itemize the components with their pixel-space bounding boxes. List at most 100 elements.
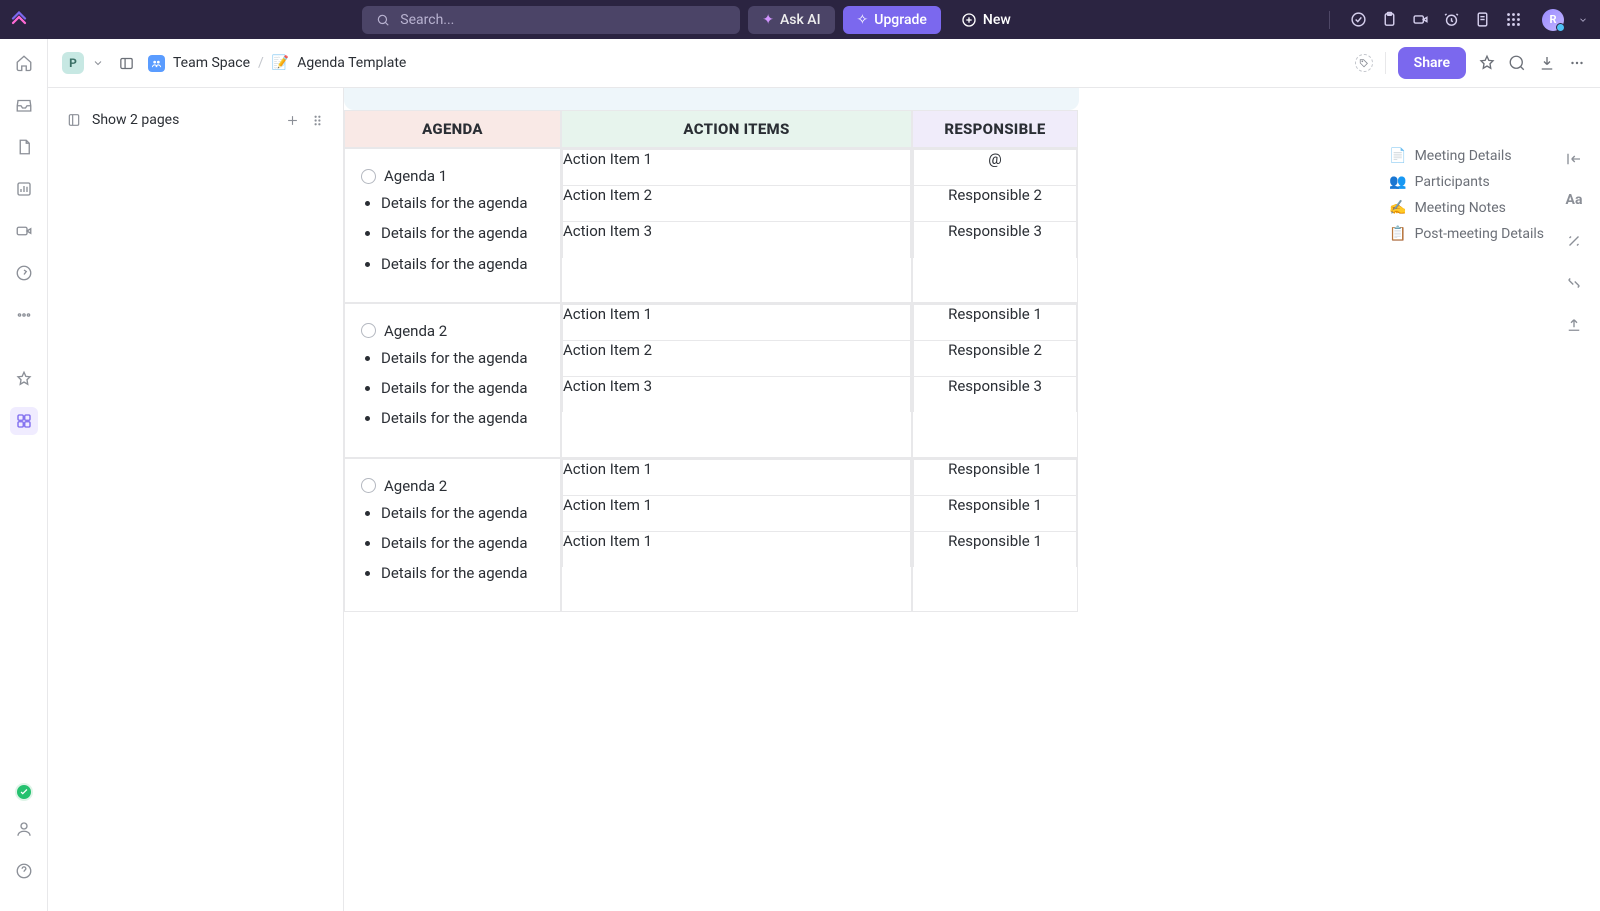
upgrade-button[interactable]: ✧ Upgrade: [843, 6, 941, 34]
breadcrumb-page[interactable]: Agenda Template: [297, 55, 406, 71]
responsible-cell[interactable]: Responsible 1: [914, 495, 1077, 531]
agenda-title[interactable]: Agenda 1: [361, 167, 546, 185]
topbar: Search... ✦ Ask AI ✧ Upgrade New R: [0, 0, 1600, 39]
action-item-cell[interactable]: Action Item 2: [563, 186, 911, 222]
favorites-icon[interactable]: [10, 365, 38, 393]
radio-icon[interactable]: [361, 169, 376, 184]
outline-item[interactable]: 👥Participants: [1389, 174, 1544, 190]
collapse-icon[interactable]: [1565, 150, 1583, 168]
responsible-cell[interactable]: Responsible 1: [914, 531, 1077, 567]
breadcrumb-bar: P Team Space / 📝 Agenda Template Share: [48, 39, 1600, 88]
show-pages-label: Show 2 pages: [92, 112, 179, 128]
agenda-title[interactable]: Agenda 2: [361, 322, 546, 340]
outline-item[interactable]: 📄Meeting Details: [1389, 148, 1544, 164]
user-avatar[interactable]: R: [1542, 9, 1564, 31]
home-icon[interactable]: [10, 49, 38, 77]
action-item-cell[interactable]: Action Item 1: [563, 531, 911, 567]
agenda-detail-item[interactable]: Details for the agen­da: [381, 193, 544, 213]
more-icon[interactable]: [10, 301, 38, 329]
agenda-title-text: Agenda 2: [384, 477, 447, 495]
col-header-responsible: RESPONSIBLE: [912, 110, 1078, 148]
star-icon[interactable]: [1478, 54, 1496, 72]
ask-ai-label: Ask AI: [780, 12, 821, 28]
more-menu-icon[interactable]: [1568, 54, 1586, 72]
clips-icon[interactable]: [10, 217, 38, 245]
radio-icon[interactable]: [361, 478, 376, 493]
action-item-cell[interactable]: Action Item 1: [563, 459, 911, 495]
agenda-detail-item[interactable]: Details for the agen­da: [381, 223, 544, 243]
chevron-down-icon[interactable]: [92, 57, 104, 69]
docs-icon[interactable]: [10, 133, 38, 161]
responsible-cell[interactable]: Responsible 3: [914, 222, 1077, 258]
agenda-detail-item[interactable]: Details for the agen­da: [381, 563, 544, 583]
info-banner: [344, 88, 1079, 110]
drag-handle-icon[interactable]: [310, 113, 325, 128]
clipboard-icon[interactable]: [1381, 11, 1398, 28]
responsible-cell[interactable]: Responsible 1: [914, 304, 1077, 340]
pages-icon: [66, 112, 82, 128]
check-circle-icon[interactable]: [1350, 11, 1367, 28]
breadcrumb-space[interactable]: Team Space: [173, 55, 250, 71]
tags-icon[interactable]: [1355, 54, 1373, 72]
sync-status-icon[interactable]: [15, 783, 33, 801]
action-item-cell[interactable]: Action Item 1: [563, 304, 911, 340]
outline-item-label: Meeting Notes: [1415, 200, 1506, 216]
inbox-icon[interactable]: [10, 91, 38, 119]
dashboards-icon[interactable]: [10, 175, 38, 203]
table-row: Agenda 1 Details for the agen­da Details f…: [344, 148, 1078, 303]
new-button[interactable]: New: [949, 6, 1023, 34]
settings-sliders-icon[interactable]: [1565, 274, 1583, 292]
comments-icon[interactable]: [1508, 54, 1526, 72]
new-label: New: [983, 12, 1011, 28]
agenda-title[interactable]: Agenda 2: [361, 477, 546, 495]
agenda-detail-item[interactable]: Details for the agen­da: [381, 503, 544, 523]
alarm-icon[interactable]: [1443, 11, 1460, 28]
agenda-detail-item[interactable]: Details for the agen­da: [381, 254, 544, 274]
ai-tools-icon[interactable]: [1565, 232, 1583, 250]
add-page-icon[interactable]: [285, 113, 300, 128]
outline-item[interactable]: ✍️Meeting Notes: [1389, 200, 1544, 216]
action-item-cell[interactable]: Action Item 2: [563, 340, 911, 376]
sidebar-toggle-icon[interactable]: [112, 49, 140, 77]
document-outline: 📄Meeting Details 👥Participants ✍️Meeting N…: [1389, 148, 1544, 242]
chevron-down-icon[interactable]: [1578, 15, 1588, 25]
agenda-detail-item[interactable]: Details for the agen­da: [381, 378, 544, 398]
notepad-icon[interactable]: [1474, 11, 1491, 28]
agenda-detail-item[interactable]: Details for the agen­da: [381, 408, 544, 428]
agenda-detail-item[interactable]: Details for the agen­da: [381, 348, 544, 368]
responsible-cell[interactable]: Responsible 3: [914, 376, 1077, 412]
outline-item-icon: 📋: [1389, 226, 1406, 242]
outline-item[interactable]: 📋Post-meeting Details: [1389, 226, 1544, 242]
outline-item-label: Participants: [1415, 174, 1490, 190]
export-icon[interactable]: [1565, 316, 1583, 334]
help-icon[interactable]: [10, 857, 38, 885]
typography-icon[interactable]: Aa: [1566, 192, 1583, 208]
download-icon[interactable]: [1538, 54, 1556, 72]
action-item-cell[interactable]: Action Item 1: [563, 495, 911, 531]
invite-icon[interactable]: [10, 815, 38, 843]
global-search[interactable]: Search...: [362, 6, 740, 34]
show-pages-row[interactable]: Show 2 pages: [60, 108, 331, 132]
app-logo[interactable]: [10, 11, 28, 29]
workspace-badge[interactable]: P: [62, 52, 84, 74]
ask-ai-button[interactable]: ✦ Ask AI: [748, 6, 834, 34]
action-item-cell[interactable]: Action Item 3: [563, 222, 911, 258]
responsible-cell[interactable]: Responsible 2: [914, 340, 1077, 376]
responsible-cell[interactable]: Responsible 2: [914, 186, 1077, 222]
apps-grid-icon[interactable]: [1505, 11, 1522, 28]
spaces-icon[interactable]: [10, 407, 38, 435]
breadcrumb-separator: /: [258, 55, 264, 71]
responsible-cell[interactable]: @: [914, 150, 1077, 186]
timesheets-icon[interactable]: [10, 259, 38, 287]
agenda-detail-item[interactable]: Details for the agen­da: [381, 533, 544, 553]
share-button[interactable]: Share: [1398, 47, 1466, 79]
breadcrumb: Team Space / 📝 Agenda Template: [148, 55, 406, 72]
space-icon: [148, 55, 165, 72]
toolbar-divider: [1385, 52, 1386, 74]
radio-icon[interactable]: [361, 323, 376, 338]
video-icon[interactable]: [1412, 11, 1429, 28]
responsible-cell[interactable]: Responsible 1: [914, 459, 1077, 495]
action-item-cell[interactable]: Action Item 3: [563, 376, 911, 412]
agenda-details-list: Details for the agen­da Details for the a…: [379, 503, 546, 584]
action-item-cell[interactable]: Action Item 1: [563, 150, 911, 186]
